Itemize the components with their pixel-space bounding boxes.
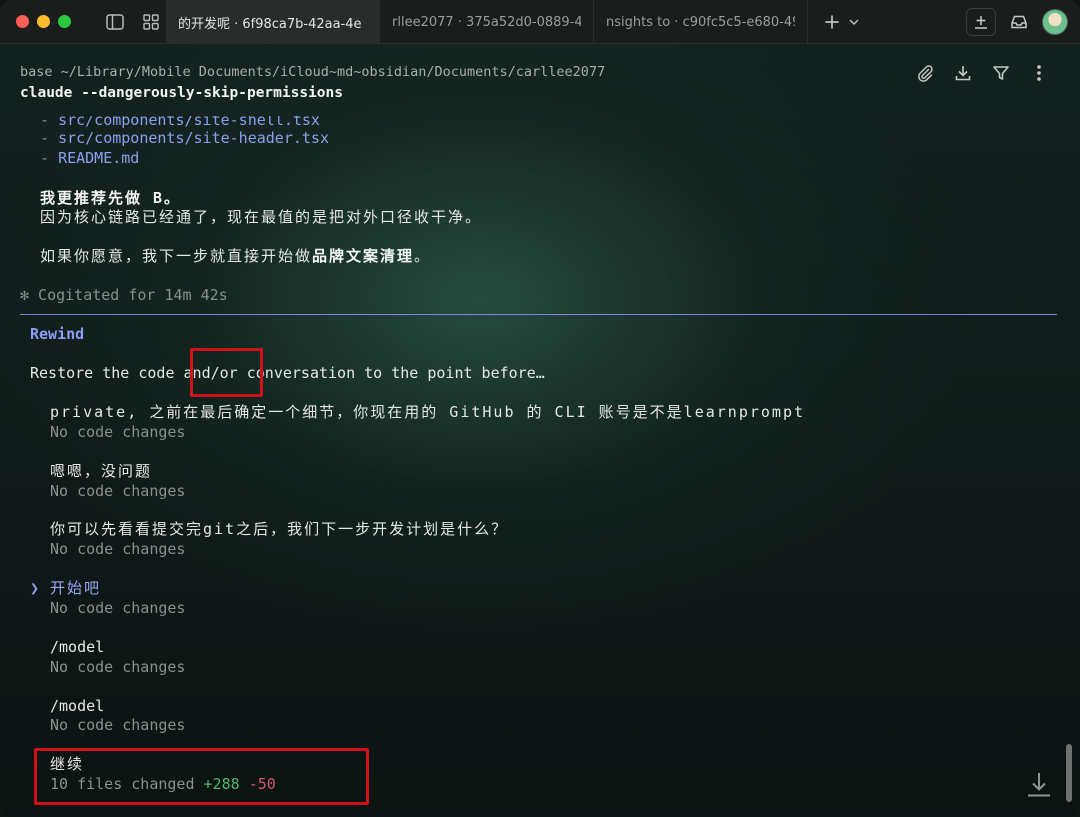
checkpoint-status: No code changes — [50, 423, 186, 441]
checkpoint-status: No code changes — [50, 482, 186, 500]
tab-1[interactable]: 的开发呢 · 6f98ca7b-42aa-4e — [166, 0, 380, 44]
download-icon[interactable] — [952, 62, 974, 84]
checkpoint-item-selected[interactable]: 开始吧 — [50, 578, 101, 598]
checkpoint-item[interactable]: 嗯嗯，没问题 — [50, 461, 152, 481]
divider — [20, 314, 1057, 315]
list-dash: - — [40, 111, 50, 129]
reason-text: 因为核心链路已经通了，现在最值的是把对外口径收干净。 — [40, 208, 483, 226]
checkpoint-status: No code changes — [50, 658, 186, 676]
new-tab-icon[interactable] — [818, 8, 846, 36]
checkpoint-item[interactable]: /model — [50, 637, 104, 657]
command-line: claude --dangerously-skip-permissions — [20, 85, 344, 101]
filter-icon[interactable] — [990, 62, 1012, 84]
rewind-prompt-suffix: conversation to the point before… — [237, 364, 545, 382]
recommendation-text: 我更推荐先做 B。 — [40, 189, 182, 207]
session-actions — [914, 62, 1050, 84]
close-window-button[interactable] — [16, 15, 29, 28]
rewind-prompt: Restore the code and/or conversation to … — [30, 363, 545, 383]
list-item: - src/components/site-shell.tsx — [40, 111, 320, 130]
list-item: - README.md — [40, 148, 139, 168]
next-step-prefix: 如果你愿意，我下一步就直接开始做 — [40, 247, 313, 265]
title-bar: 的开发呢 · 6f98ca7b-42aa-4e rllee2077 · 375a… — [0, 0, 1080, 44]
next-step-text: 如果你愿意，我下一步就直接开始做品牌文案清理。 — [40, 246, 431, 266]
tab-3[interactable]: nsights to · c90fc5c5-e680-49 — [594, 0, 808, 44]
tab-label: nsights to · c90fc5c5-e680-49 — [606, 14, 795, 30]
next-step-emphasis: 品牌文案清理 — [312, 247, 415, 265]
split-pane-icon[interactable] — [966, 8, 996, 36]
checkpoint-status: No code changes — [50, 540, 186, 558]
grid-view-icon[interactable] — [137, 8, 165, 36]
zoom-window-button[interactable] — [58, 15, 71, 28]
checkpoint-item[interactable]: /model — [50, 696, 104, 716]
window-controls — [16, 15, 71, 28]
avatar[interactable] — [1042, 9, 1068, 35]
list-item: - src/components/site-header.tsx — [40, 128, 329, 148]
file-path: src/components/site-header.tsx — [58, 129, 329, 147]
more-options-icon[interactable] — [1028, 62, 1050, 84]
tab-2[interactable]: rllee2077 · 375a52d0-0889-4f — [380, 0, 594, 44]
file-path: src/components/site-shell.tsx — [58, 111, 320, 129]
list-dash: - — [40, 149, 50, 167]
checkpoint-item[interactable]: 你可以先看看提交完git之后，我们下一步开发计划是什么？ — [50, 519, 508, 539]
checkpoint-item[interactable]: private, 之前在最后确定一个细节，你现在用的 GitHub 的 CLI … — [50, 402, 805, 422]
tab-bar: 的开发呢 · 6f98ca7b-42aa-4e rllee2077 · 375a… — [166, 0, 862, 44]
terminal-window: 的开发呢 · 6f98ca7b-42aa-4e rllee2077 · 375a… — [0, 0, 1080, 817]
terminal-output: - src/components/site-shell.tsx - src/co… — [0, 110, 1080, 817]
minimize-window-button[interactable] — [37, 15, 50, 28]
highlight-box — [34, 748, 369, 805]
working-directory: base ~/Library/Mobile Documents/iCloud~m… — [20, 64, 606, 80]
highlight-box — [190, 348, 263, 397]
rewind-prompt-prefix: Restore the code — [30, 364, 184, 382]
session-header: base ~/Library/Mobile Documents/iCloud~m… — [20, 64, 605, 101]
list-dash: - — [40, 129, 50, 147]
title-bar-actions — [966, 8, 1068, 36]
checkpoint-status: No code changes — [50, 716, 186, 734]
paperclip-icon[interactable] — [914, 62, 936, 84]
selection-pointer-icon: ❯ — [30, 579, 40, 597]
cogitated-status: ✻ Cogitated for 14m 42s — [20, 286, 228, 304]
checkpoint-status: No code changes — [50, 599, 186, 617]
scrollbar-thumb[interactable] — [1066, 744, 1072, 802]
inbox-icon[interactable] — [1004, 8, 1034, 36]
tab-label: rllee2077 · 375a52d0-0889-4f — [392, 14, 581, 30]
tab-menu-chevron-down-icon[interactable] — [846, 8, 862, 36]
sidebar-toggle-icon[interactable] — [101, 8, 129, 36]
scroll-to-bottom-icon[interactable] — [1026, 770, 1052, 802]
next-step-suffix: 。 — [414, 247, 432, 265]
tab-label: 的开发呢 · 6f98ca7b-42aa-4e — [178, 16, 362, 32]
file-path: README.md — [58, 149, 140, 167]
rewind-title: Rewind — [30, 325, 85, 343]
